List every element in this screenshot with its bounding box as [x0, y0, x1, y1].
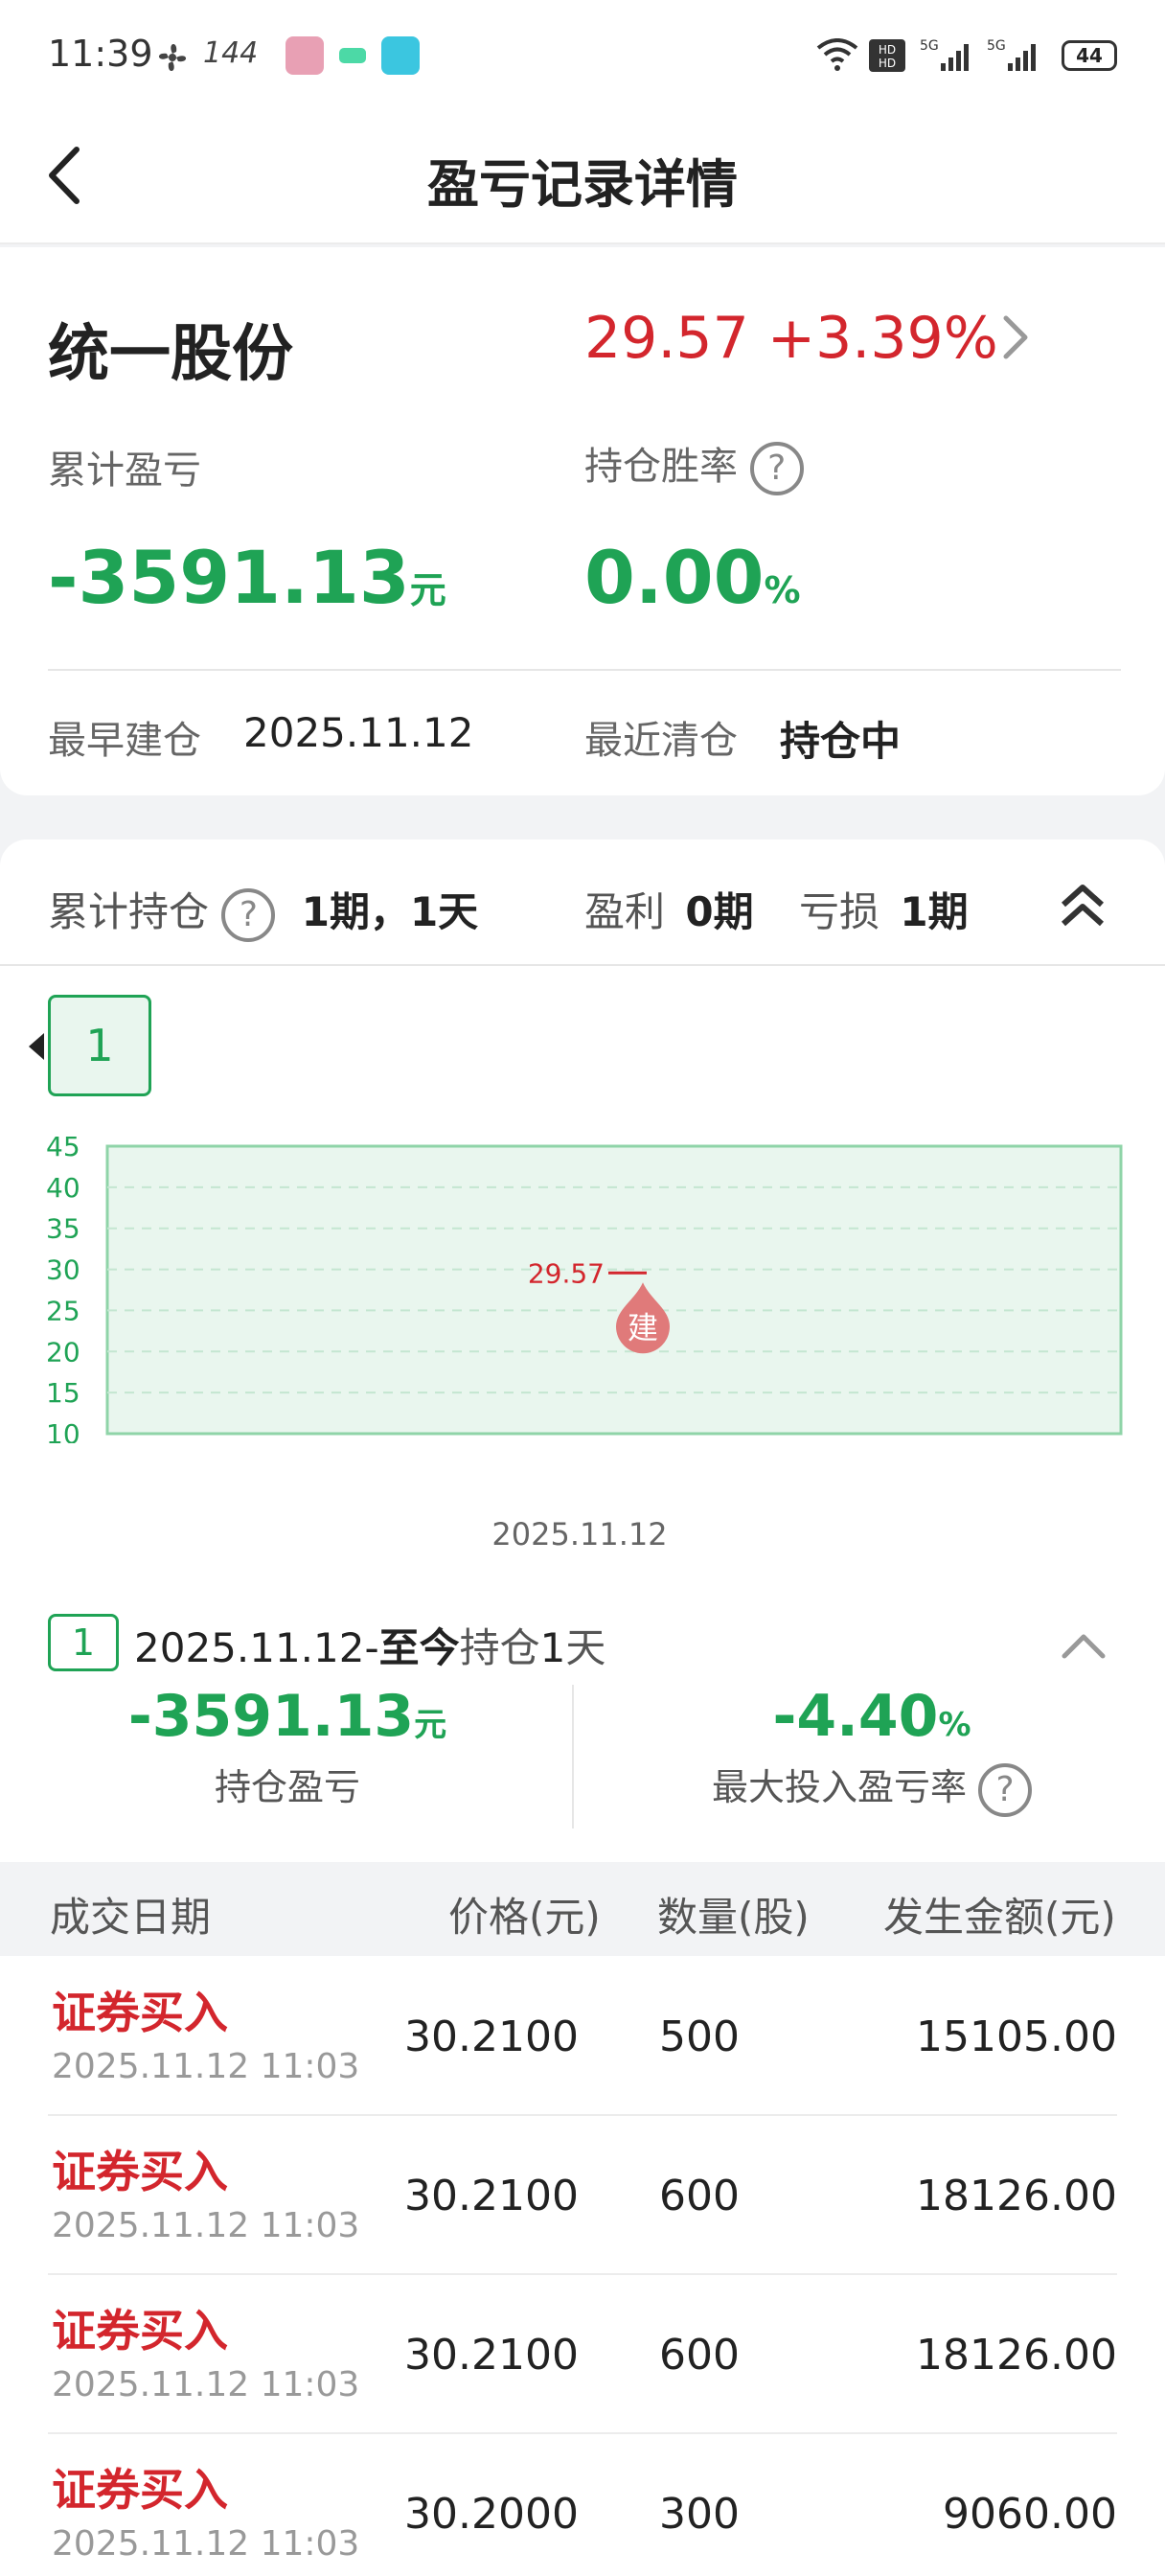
cum-pl-label: 累计盈亏 [48, 448, 201, 493]
price-chart: 45 40 35 30 25 20 15 10 29.57 建 [46, 1131, 1123, 1443]
stock-summary-card: 统一股份 29.57 +3.39% 累计盈亏 持仓胜率 ? -3591.13元 … [0, 247, 1165, 795]
battery-icon: 44 [1062, 40, 1117, 71]
collapse-double-chevron-icon[interactable] [1054, 876, 1111, 933]
help-icon[interactable]: ? [749, 442, 804, 495]
th-amount: 发生金额(元) [883, 1894, 1116, 1941]
chat-app-icon [333, 36, 372, 75]
tab-left-arrow-icon[interactable] [29, 1033, 44, 1060]
th-price: 价格(元) [448, 1894, 601, 1941]
chevron-up-icon[interactable] [1060, 1625, 1108, 1664]
trade-time: 2025.11.12 11:03 [52, 2524, 360, 2564]
period-title: 2025.11.12-至今持仓1天 [134, 1624, 606, 1671]
wifi-icon [816, 38, 858, 71]
fan-icon [158, 43, 187, 72]
y-tick-label: 35 [46, 1213, 80, 1245]
page-title: 盈亏记录详情 [427, 154, 738, 215]
win-rate-label-group: 持仓胜率 ? [584, 435, 804, 495]
trade-price: 30.2100 [404, 2012, 579, 2061]
refresh-rate: 144 [203, 36, 259, 70]
period-tab-1[interactable]: 1 [48, 995, 151, 1096]
divider [572, 1685, 574, 1828]
trade-qty: 500 [659, 2012, 740, 2061]
period-badge: 1 [48, 1614, 119, 1671]
trade-amount: 9060.00 [943, 2490, 1117, 2539]
avatar-app-icon [286, 36, 324, 75]
period-max-rate: -4.40% 最大投入盈亏率 ? [613, 1683, 1131, 1817]
status-bar: 11:39 144 HD HD 5G 5G 44 [0, 0, 1165, 105]
th-qty: 数量(股) [657, 1894, 810, 1941]
trade-type: 证券买入 [52, 2146, 228, 2197]
nav-bar: 盈亏记录详情 [0, 105, 1165, 244]
trade-type: 证券买入 [52, 1987, 228, 2038]
table-row[interactable]: 证券买入 2025.11.12 11:03 30.2000 300 9060.0… [48, 2434, 1117, 2576]
trade-type: 证券买入 [52, 2464, 228, 2516]
price-marker-label: 29.57 [528, 1257, 605, 1289]
chart-x-label: 2025.11.12 [491, 1516, 668, 1552]
profit-label: 盈利 [584, 888, 666, 935]
last-close-label: 最近清仓 [584, 719, 738, 763]
y-tick-label: 25 [46, 1295, 80, 1326]
loss-value: 1期 [900, 888, 969, 935]
table-header: 成交日期 价格(元) 数量(股) 发生金额(元) [0, 1862, 1165, 1956]
first-open-label: 最早建仓 [48, 719, 201, 763]
trade-amount: 18126.00 [916, 2331, 1117, 2380]
divider [0, 964, 1165, 966]
y-tick-label: 20 [46, 1336, 80, 1368]
svg-text:HD: HD [879, 43, 896, 57]
first-open-value: 2025.11.12 [243, 709, 474, 756]
trade-amount: 18126.00 [916, 2172, 1117, 2220]
trade-time: 2025.11.12 11:03 [52, 2047, 360, 2086]
max-rate-label: 最大投入盈亏率 [711, 1766, 967, 1808]
trade-qty: 600 [659, 2331, 740, 2380]
period-pl-label: 持仓盈亏 [214, 1766, 360, 1808]
period-pl: -3591.13元 持仓盈亏 [48, 1683, 527, 1810]
help-icon[interactable]: ? [221, 887, 276, 942]
cum-hold-label: 累计持仓 [48, 888, 210, 935]
table-row[interactable]: 证券买入 2025.11.12 11:03 30.2100 600 18126.… [48, 2275, 1117, 2434]
table-row[interactable]: 证券买入 2025.11.12 11:03 30.2100 500 15105.… [48, 1957, 1117, 2116]
chevron-right-icon[interactable] [996, 309, 1035, 366]
y-tick-label: 30 [46, 1254, 80, 1286]
last-close-value: 持仓中 [780, 718, 902, 765]
win-rate-value: 0.00% [584, 535, 801, 620]
y-tick-label: 15 [46, 1377, 80, 1409]
svg-text:HD: HD [879, 57, 896, 70]
profit-value: 0期 [685, 888, 754, 935]
profit-group: 盈利 0期 [584, 880, 754, 938]
y-tick-label: 40 [46, 1172, 80, 1204]
th-date: 成交日期 [50, 1894, 212, 1941]
trade-price: 30.2100 [404, 2172, 579, 2220]
build-marker-label: 建 [628, 1309, 658, 1346]
trade-amount: 15105.00 [916, 2012, 1117, 2061]
status-time: 11:39 [48, 33, 153, 75]
trade-time: 2025.11.12 11:03 [52, 2365, 360, 2404]
y-tick-label: 45 [46, 1131, 80, 1162]
trade-time: 2025.11.12 11:03 [52, 2206, 360, 2245]
trade-price: 30.2000 [404, 2490, 579, 2539]
svg-text:5G: 5G [987, 38, 1006, 54]
holding-card: 累计持仓 ? 1期，1天 盈利 0期 亏损 1期 1 45 40 35 30 25 20 1… [0, 840, 1165, 2576]
cum-pl-value: -3591.13元 [48, 535, 446, 620]
signal-5g-1-icon: 5G [920, 38, 969, 71]
y-tick-label: 10 [46, 1418, 80, 1443]
table-row[interactable]: 证券买入 2025.11.12 11:03 30.2100 600 18126.… [48, 2116, 1117, 2275]
cum-hold-value: 1期，1天 [301, 888, 479, 935]
loss-group: 亏损 1期 [799, 880, 969, 938]
hd-icon: HDHD [869, 39, 905, 72]
help-icon[interactable]: ? [978, 1762, 1033, 1817]
chart-plot-area [105, 1144, 1123, 1436]
divider [48, 669, 1121, 671]
trade-price: 30.2100 [404, 2331, 579, 2380]
trade-qty: 600 [659, 2172, 740, 2220]
svg-text:5G: 5G [920, 38, 939, 54]
trade-qty: 300 [659, 2490, 740, 2539]
cum-hold-group: 累计持仓 ? 1期，1天 [48, 880, 478, 942]
win-rate-label: 持仓胜率 [584, 445, 738, 489]
messenger-app-icon [381, 36, 420, 75]
signal-5g-2-icon: 5G [987, 38, 1036, 71]
stock-price-change[interactable]: 29.57 +3.39% [584, 305, 998, 372]
loss-label: 亏损 [799, 888, 880, 935]
trade-type: 证券买入 [52, 2305, 228, 2357]
stock-name: 统一股份 [48, 319, 293, 390]
